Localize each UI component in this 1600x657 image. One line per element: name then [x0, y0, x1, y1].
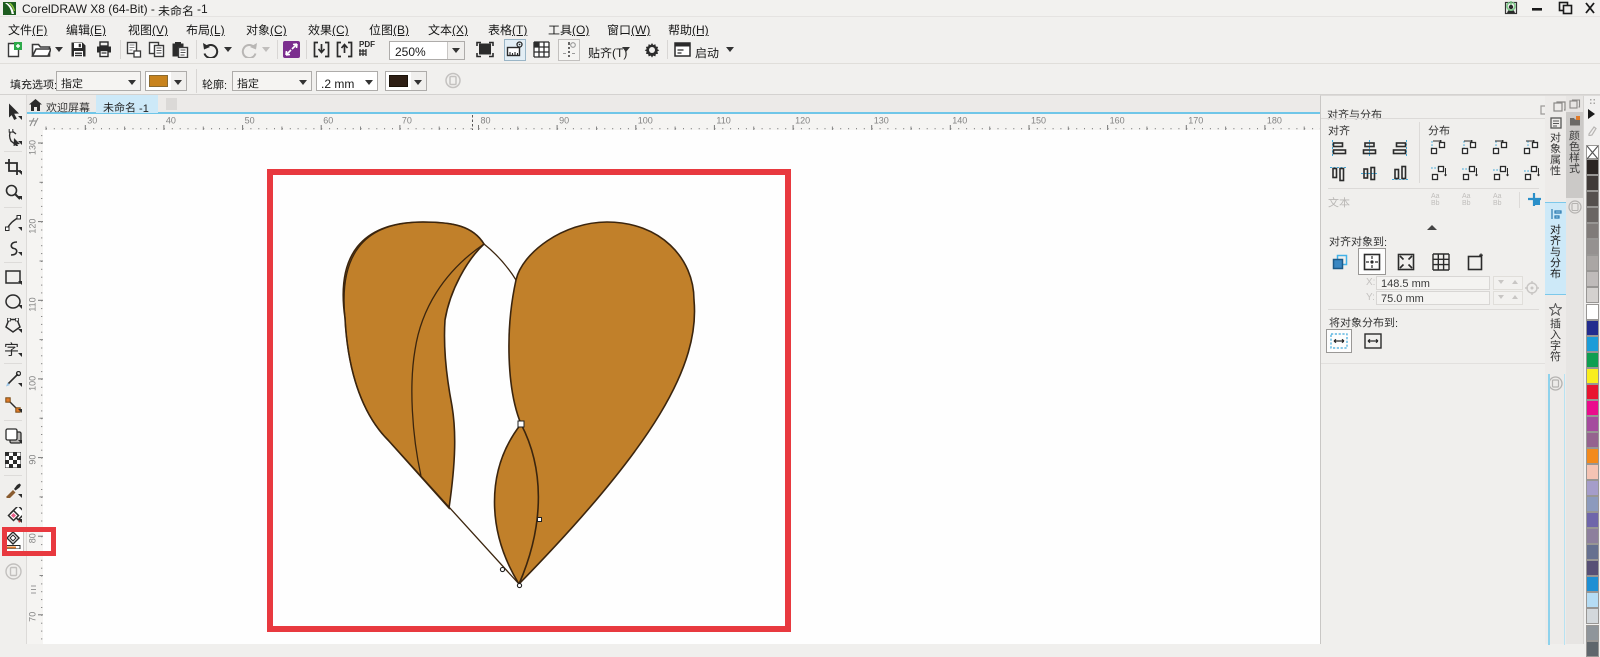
- svg-text:180: 180: [1267, 116, 1282, 126]
- svg-text:90: 90: [559, 116, 569, 126]
- svg-text:60: 60: [323, 116, 333, 126]
- svg-text:110: 110: [716, 116, 730, 126]
- svg-text:110: 110: [28, 297, 38, 311]
- svg-text:100: 100: [28, 376, 38, 391]
- svg-text:50: 50: [245, 116, 255, 126]
- svg-text:30: 30: [87, 116, 97, 126]
- svg-text:90: 90: [28, 455, 38, 465]
- svg-text:100: 100: [638, 116, 653, 126]
- svg-text:120: 120: [28, 219, 38, 234]
- svg-text:80: 80: [481, 116, 491, 126]
- svg-text:70: 70: [28, 612, 38, 622]
- svg-text:120: 120: [795, 116, 810, 126]
- svg-text:130: 130: [874, 116, 889, 126]
- svg-text:150: 150: [1031, 116, 1046, 126]
- svg-text:140: 140: [952, 116, 967, 126]
- svg-text:170: 170: [1188, 116, 1203, 126]
- svg-text:130: 130: [28, 140, 38, 155]
- svg-text:40: 40: [166, 116, 176, 126]
- svg-text:160: 160: [1110, 116, 1125, 126]
- svg-text:70: 70: [402, 116, 412, 126]
